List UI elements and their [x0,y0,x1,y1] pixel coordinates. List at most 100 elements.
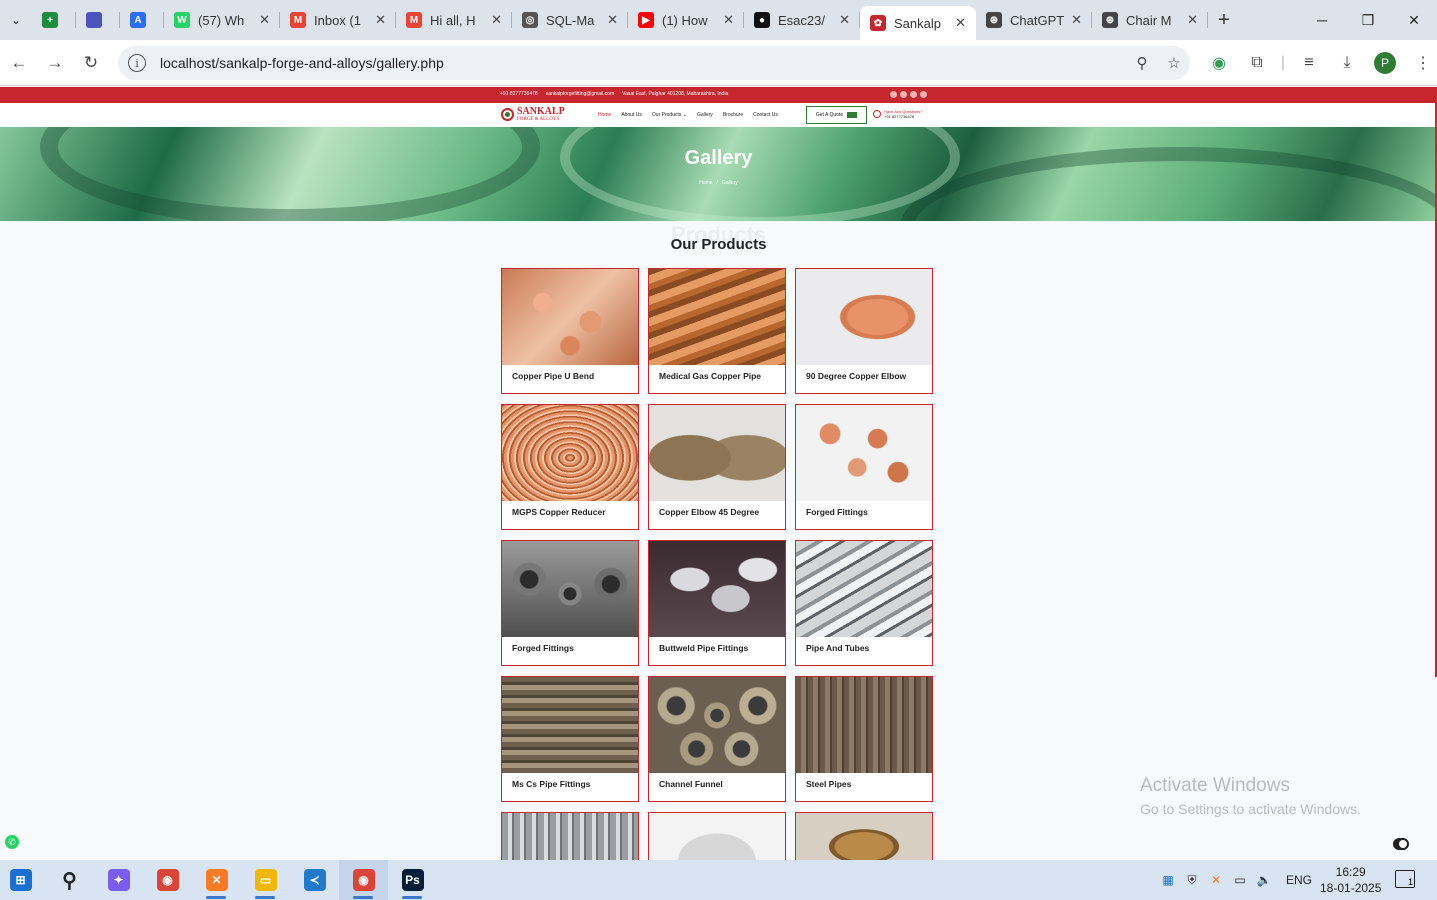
tab[interactable]: A [120,0,164,40]
tab-close-icon[interactable]: ✕ [839,12,850,28]
product-card[interactable]: Channel Funnel [648,676,786,802]
reload-icon[interactable]: ↻ [73,45,109,81]
product-card[interactable] [648,812,786,860]
extensions-puzzle-icon[interactable]: ⧉ [1238,54,1276,72]
taskbar-app[interactable]: ✦ [94,860,143,900]
tab[interactable]: ◎ SQL-Ma ✕ [512,0,628,40]
product-image[interactable] [796,269,932,365]
menu-item[interactable]: Home [598,112,611,118]
tab[interactable]: M Hi all, H ✕ [396,0,512,40]
product-card[interactable] [795,812,933,860]
tab[interactable]: ⊛ Chair M ✕ [1092,0,1208,40]
tab-close-icon[interactable]: ✕ [955,15,966,31]
tab-close-icon[interactable]: ✕ [1187,12,1198,28]
product-image[interactable] [502,405,638,501]
vpn-icon[interactable]: ▦ [1160,872,1176,888]
browser-menu-icon[interactable]: ⋮ [1404,53,1437,73]
network-icon[interactable]: ▭ [1232,872,1248,888]
product-image[interactable] [796,405,932,501]
volume-icon[interactable]: 🔈 [1256,872,1272,888]
product-image[interactable] [502,541,638,637]
product-image[interactable] [796,677,932,773]
taskbar-app[interactable]: ⚲ [45,860,94,900]
profile-avatar[interactable]: P [1374,52,1396,74]
taskbar-app[interactable]: ◉ [143,860,192,900]
tab-close-icon[interactable]: ✕ [1071,12,1082,28]
tab[interactable]: ● Esac23/ ✕ [744,0,860,40]
close-window-icon[interactable]: ✕ [1391,0,1437,40]
back-icon[interactable]: ← [1,45,37,81]
menu-item[interactable]: About Us [621,112,642,118]
bookmark-star-icon[interactable]: ☆ [1158,54,1190,72]
menu-item[interactable]: Gallery [697,112,713,118]
taskbar-app[interactable]: ◉ [339,860,388,900]
theme-toggle[interactable] [1393,838,1409,850]
tab-close-icon[interactable]: ✕ [375,12,386,28]
url-text[interactable]: localhost/sankalp-forge-and-alloys/galle… [160,55,1126,71]
topbar-email[interactable]: sankalpforgefitting@gmail.com [546,91,614,97]
product-image[interactable] [649,405,785,501]
menu-item[interactable]: Contact Us [753,112,778,118]
product-card[interactable]: Copper Pipe U Bend [501,268,639,394]
product-card[interactable]: Forged Fittings [501,540,639,666]
product-image[interactable] [502,677,638,773]
topbar-phone[interactable]: +91 8277736478 [500,91,538,97]
product-image[interactable] [649,813,785,860]
product-card[interactable]: Buttweld Pipe Fittings [648,540,786,666]
product-image[interactable] [502,269,638,365]
tab[interactable]: W (57) Wh ✕ [164,0,280,40]
product-card[interactable] [501,812,639,860]
security-icon[interactable]: ⛨ [1184,872,1200,888]
forward-icon[interactable]: → [37,45,73,81]
minimize-icon[interactable]: ─ [1299,0,1345,40]
linkedin-icon[interactable] [900,91,907,98]
twitter-icon[interactable] [910,91,917,98]
menu-item[interactable]: Brochure [723,112,743,118]
tab[interactable]: M Inbox (1 ✕ [280,0,396,40]
product-card[interactable]: Forged Fittings [795,404,933,530]
call-phone[interactable]: +91 8277736478 [884,114,922,119]
whatsapp-icon[interactable]: ✆ [5,835,19,849]
tab-close-icon[interactable]: ✕ [723,12,734,28]
product-card[interactable]: 90 Degree Copper Elbow [795,268,933,394]
new-tab-button[interactable]: + [1208,9,1240,32]
clock[interactable]: 16:29 18-01-2025 [1320,864,1381,896]
tab[interactable]: + [32,0,76,40]
tab-close-icon[interactable]: ✕ [491,12,502,28]
tab-close-icon[interactable]: ✕ [259,12,270,28]
product-image[interactable] [649,541,785,637]
tab-close-icon[interactable]: ✕ [607,12,618,28]
notification-icon[interactable]: 1 [1395,870,1415,888]
product-card[interactable]: Medical Gas Copper Pipe [648,268,786,394]
get-quote-button[interactable]: Get A Quote [806,106,867,124]
taskbar-app[interactable]: ▭ [241,860,290,900]
taskbar-app[interactable]: ≺ [290,860,339,900]
xampp-tray-icon[interactable]: ✕ [1208,872,1224,888]
menu-item[interactable]: Our Products ⌄ [652,112,687,118]
taskbar-app[interactable]: ⊞ [0,860,45,900]
zoom-icon[interactable]: ⚲ [1126,54,1158,72]
taskbar-app[interactable]: ✕ [192,860,241,900]
media-control-icon[interactable]: ≡ [1290,54,1328,72]
product-image[interactable] [649,677,785,773]
tab[interactable]: ⊛ ChatGPT ✕ [976,0,1092,40]
tab-search-button[interactable]: ⌄ [0,0,32,40]
site-info-icon[interactable]: i [128,54,146,72]
product-card[interactable]: Ms Cs Pipe Fittings [501,676,639,802]
breadcrumb-home[interactable]: Home [699,180,712,186]
product-image[interactable] [796,813,932,860]
product-card[interactable]: MGPS Copper Reducer [501,404,639,530]
download-icon[interactable]: ⤓ [1328,54,1366,72]
address-bar[interactable]: i localhost/sankalp-forge-and-alloys/gal… [118,46,1190,80]
product-image[interactable] [796,541,932,637]
tab-active[interactable]: ✿ Sankalp ✕ [860,6,976,40]
product-card[interactable]: Pipe And Tubes [795,540,933,666]
tab[interactable] [76,0,120,40]
extension-eye-icon[interactable]: ◉ [1200,53,1238,73]
product-image[interactable] [502,813,638,860]
product-image[interactable] [649,269,785,365]
instagram-icon[interactable] [920,91,927,98]
site-logo[interactable]: SANKALP FORGE & ALLOYS [501,107,565,122]
language-indicator[interactable]: ENG [1286,873,1312,887]
product-card[interactable]: Copper Elbow 45 Degree [648,404,786,530]
